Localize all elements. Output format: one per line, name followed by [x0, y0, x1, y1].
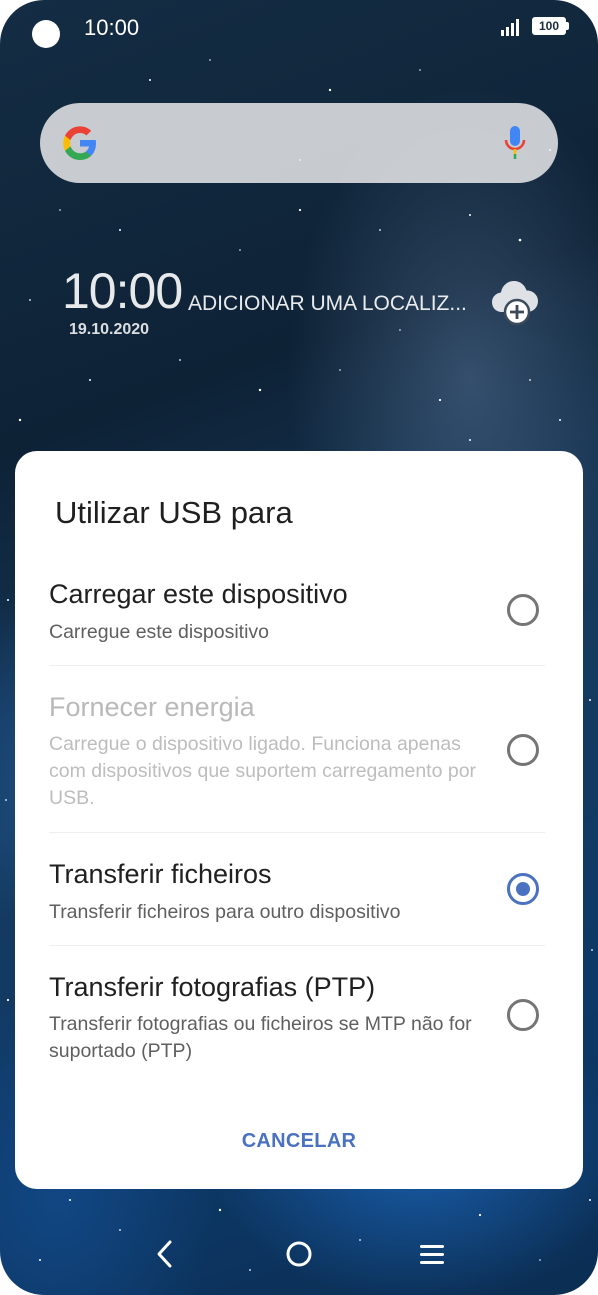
add-location-link[interactable]: ADICIONAR UMA LOCALIZ... [188, 292, 467, 316]
cloud-add-icon[interactable] [488, 274, 546, 328]
battery-icon: 100 [532, 17, 566, 35]
option-description: Transferir fotografias ou ficheiros se M… [49, 1013, 472, 1062]
divider [49, 832, 545, 833]
microphone-icon[interactable] [502, 123, 528, 163]
divider [49, 665, 545, 666]
option-description: Carregue este dispositivo [49, 621, 270, 643]
option-title: Fornecer energia [49, 692, 255, 722]
home-screen: 10:00 100 10:00 ADICIONAR UMA LOCALIZ...… [0, 0, 598, 1295]
divider [49, 945, 545, 946]
menu-icon[interactable] [412, 1234, 452, 1274]
radio-button[interactable] [507, 594, 539, 626]
radio-button[interactable] [507, 999, 539, 1031]
battery-tip [566, 22, 569, 30]
option-transfer-photos[interactable]: Transferir fotografias (PTP) Transferir … [15, 972, 583, 1067]
option-charge-device[interactable]: Carregar este dispositivo Carregue este … [15, 579, 583, 649]
camera-cutout-icon [32, 20, 60, 48]
usb-mode-dialog: Utilizar USB para Carregar este disposit… [15, 451, 583, 1189]
google-logo-icon [63, 126, 96, 160]
option-description: Transferir ficheiros para outro disposit… [49, 901, 401, 923]
option-title: Carregar este dispositivo [49, 579, 348, 609]
option-title: Transferir ficheiros [49, 859, 272, 889]
signal-strength-icon [501, 19, 519, 36]
clock-date: 19.10.2020 [69, 321, 150, 338]
clock-weather-widget[interactable]: 10:00 ADICIONAR UMA LOCALIZ... 19.10.202… [62, 262, 552, 352]
radio-button-selected[interactable] [507, 873, 539, 905]
option-title: Transferir fotografias (PTP) [49, 972, 376, 1002]
search-bar[interactable] [40, 103, 558, 183]
option-supply-power: Fornecer energia Carregue o dispositivo … [15, 692, 583, 812]
status-time: 10:00 [84, 15, 140, 40]
back-icon[interactable] [146, 1234, 186, 1274]
status-bar: 10:00 100 [0, 0, 598, 56]
clock-time: 10:00 [62, 263, 183, 319]
option-transfer-files[interactable]: Transferir ficheiros Transferir ficheiro… [15, 859, 583, 929]
option-description: Carregue o dispositivo ligado. Funciona … [49, 733, 477, 809]
navigation-bar [0, 1220, 598, 1290]
dialog-title: Utilizar USB para [55, 495, 293, 530]
radio-button [507, 734, 539, 766]
home-icon[interactable] [279, 1234, 319, 1274]
cancel-button[interactable]: CANCELAR [215, 1121, 383, 1161]
